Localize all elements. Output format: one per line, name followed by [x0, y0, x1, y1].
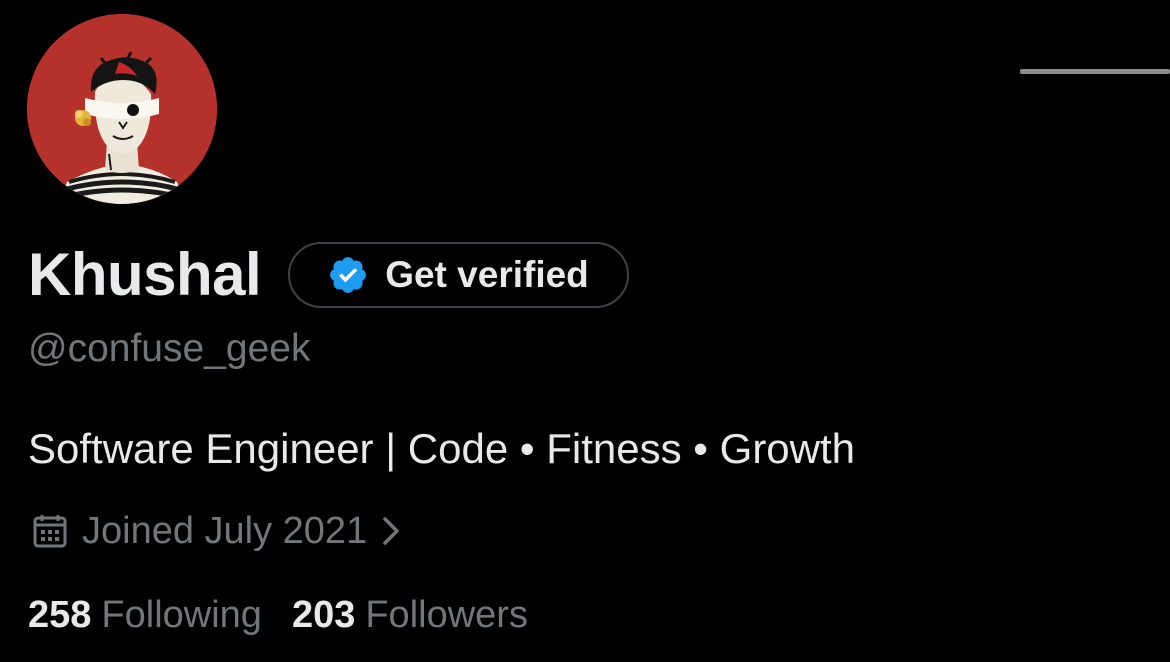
avatar-illustration: [27, 14, 217, 204]
followers-count: 203: [291, 594, 356, 636]
get-verified-button[interactable]: Get verified: [288, 242, 629, 308]
profile-handle: @confuse_geek: [28, 327, 311, 370]
top-right-divider: [1020, 69, 1170, 74]
profile-bio: Software Engineer | Code • Fitness • Gro…: [28, 425, 856, 472]
joined-date: Joined July 2021: [82, 510, 368, 552]
following-label: Following: [101, 594, 262, 636]
followers-label: Followers: [365, 594, 528, 636]
profile-avatar[interactable]: [27, 14, 217, 204]
display-name: Khushal: [28, 241, 262, 308]
get-verified-label: Get verified: [385, 254, 589, 295]
name-row: Khushal Get verified: [28, 240, 629, 310]
followers-stat[interactable]: 203 Followers: [292, 592, 528, 638]
follow-stats: 258 Following 203 Followers: [28, 592, 528, 638]
following-stat[interactable]: 258 Following: [28, 592, 262, 638]
chevron-right-icon: [379, 513, 403, 549]
following-count: 258: [28, 594, 92, 636]
joined-date-row[interactable]: Joined July 2021: [32, 508, 403, 554]
calendar-icon: [32, 513, 68, 549]
verified-badge-icon: [327, 254, 369, 296]
